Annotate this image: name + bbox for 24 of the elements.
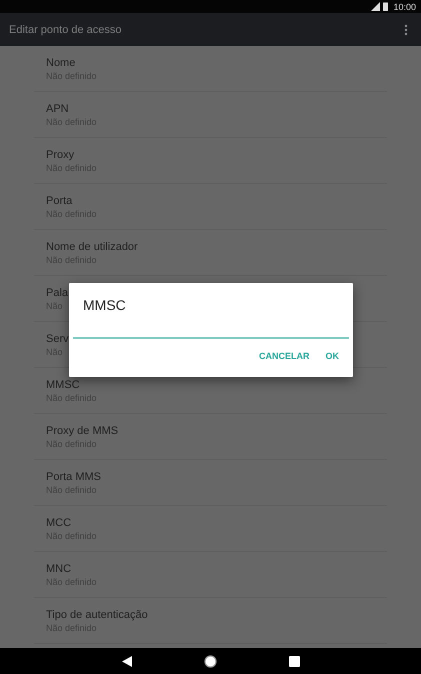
setting-label[interactable]: Nome bbox=[46, 56, 76, 70]
ok-button[interactable]: OK bbox=[320, 347, 345, 365]
status-time: 10:00 bbox=[393, 2, 416, 12]
back-icon[interactable] bbox=[122, 656, 132, 666]
setting-label[interactable]: MNC bbox=[46, 562, 72, 576]
more-options-icon[interactable] bbox=[404, 24, 408, 36]
setting-label[interactable]: Pala bbox=[46, 286, 68, 300]
setting-label[interactable]: Porta bbox=[46, 194, 72, 208]
setting-label[interactable]: Nome de utilizador bbox=[46, 240, 138, 254]
setting-label[interactable]: Tipo de autenticação bbox=[46, 608, 148, 622]
recents-icon[interactable] bbox=[288, 656, 300, 666]
setting-label[interactable]: Proxy bbox=[46, 148, 74, 162]
setting-label[interactable]: Proxy de MMS bbox=[46, 424, 118, 438]
setting-label[interactable]: APN bbox=[46, 102, 69, 116]
dialog-title: MMSC bbox=[83, 297, 127, 313]
screen-title: Editar ponto de acesso bbox=[9, 24, 122, 36]
battery-icon bbox=[383, 2, 388, 11]
home-icon[interactable] bbox=[204, 654, 216, 668]
setting-label[interactable]: Serv bbox=[46, 332, 69, 346]
setting-label[interactable]: Porta MMS bbox=[46, 470, 102, 484]
setting-label[interactable]: MMSC bbox=[46, 378, 80, 392]
cancel-button[interactable]: CANCELAR bbox=[253, 347, 316, 365]
setting-label[interactable]: MCC bbox=[46, 516, 72, 530]
signal-icon bbox=[371, 2, 380, 11]
